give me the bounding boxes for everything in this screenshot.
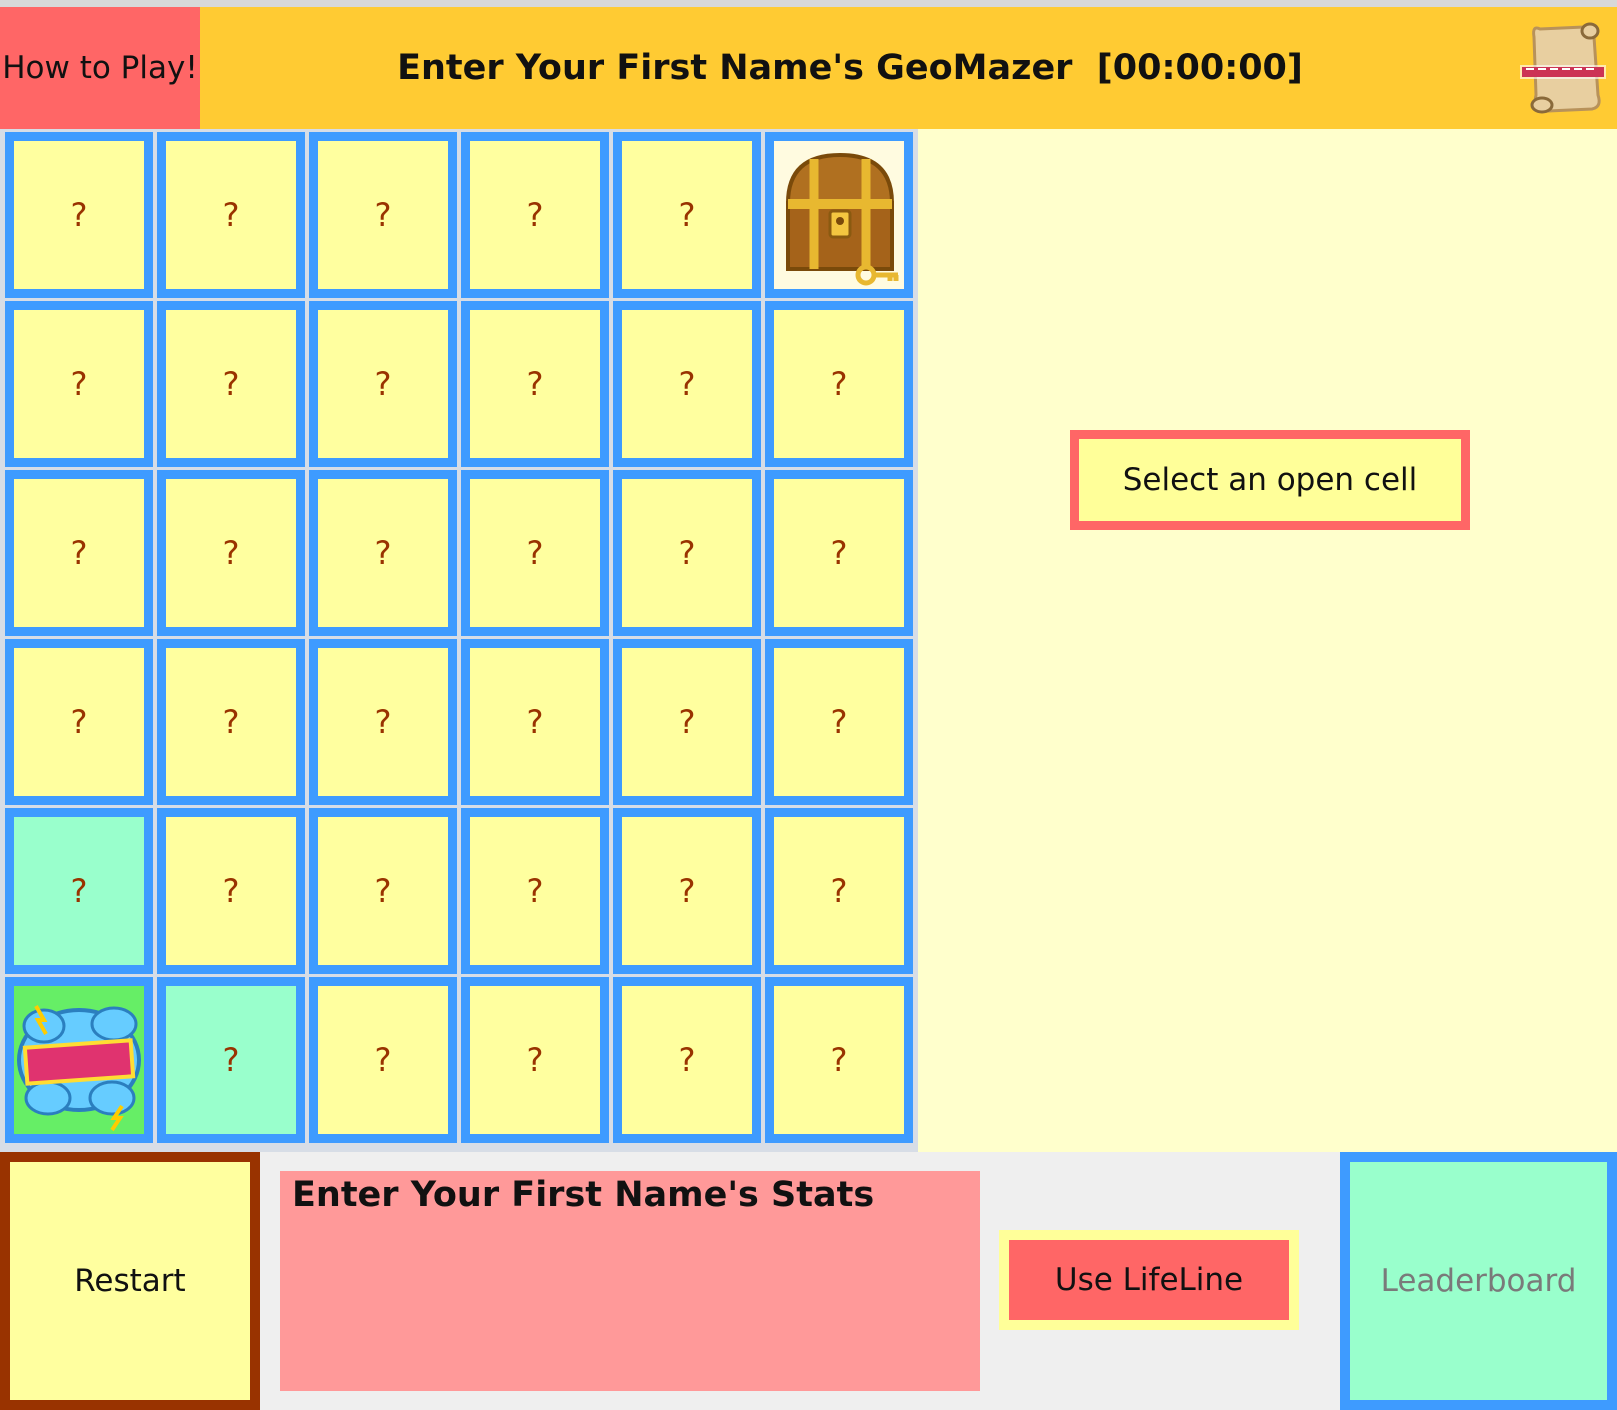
- hidden-cell-marker: ?: [678, 534, 696, 572]
- hidden-cell-marker: ?: [222, 365, 240, 403]
- hidden-cell-marker: ?: [830, 703, 848, 741]
- hidden-cell-marker: ?: [678, 365, 696, 403]
- hidden-cell-marker: ?: [526, 1041, 544, 1079]
- message-panel: Select an open cell: [918, 129, 1617, 1152]
- hidden-cell-marker: ?: [70, 365, 88, 403]
- maze-cell[interactable]: ?: [5, 639, 153, 805]
- hidden-cell-marker: ?: [678, 1041, 696, 1079]
- maze-cell[interactable]: ?: [157, 132, 305, 298]
- restart-button[interactable]: Restart: [0, 1152, 260, 1410]
- lifeline-frame: Use LifeLine: [999, 1230, 1299, 1330]
- stats-panel: Enter Your First Name's Stats: [280, 1171, 980, 1391]
- how-to-play-button[interactable]: How to Play!: [0, 7, 200, 129]
- maze-cell[interactable]: ?: [5, 132, 153, 298]
- hidden-cell-marker: ?: [830, 1041, 848, 1079]
- hidden-cell-marker: ?: [374, 534, 392, 572]
- hidden-cell-marker: ?: [830, 365, 848, 403]
- hidden-cell-marker: ?: [374, 872, 392, 910]
- hidden-cell-marker: ?: [374, 1041, 392, 1079]
- hidden-cell-marker: ?: [70, 872, 88, 910]
- maze-cell-treasure[interactable]: [765, 132, 913, 298]
- maze-cell[interactable]: ?: [309, 639, 457, 805]
- maze-cell[interactable]: ?: [157, 470, 305, 636]
- maze-cell[interactable]: ?: [461, 470, 609, 636]
- status-message: Select an open cell: [1070, 430, 1470, 530]
- maze-cell[interactable]: ?: [765, 470, 913, 636]
- hidden-cell-marker: ?: [222, 196, 240, 234]
- hidden-cell-marker: ?: [374, 196, 392, 234]
- hidden-cell-marker: ?: [222, 1041, 240, 1079]
- maze-cell[interactable]: ?: [613, 470, 761, 636]
- maze-cell[interactable]: ?: [5, 470, 153, 636]
- hidden-cell-marker: ?: [222, 703, 240, 741]
- maze-cell[interactable]: ?: [765, 639, 913, 805]
- maze-cell[interactable]: ?: [157, 639, 305, 805]
- maze-cell[interactable]: ?: [765, 301, 913, 467]
- maze-cell[interactable]: ?: [5, 808, 153, 974]
- maze-cell[interactable]: ?: [765, 808, 913, 974]
- maze-cell[interactable]: ?: [157, 977, 305, 1143]
- maze-cell[interactable]: ?: [309, 977, 457, 1143]
- hidden-cell-marker: ?: [678, 196, 696, 234]
- hidden-cell-marker: ?: [70, 703, 88, 741]
- stats-title: Enter Your First Name's Stats: [292, 1175, 875, 1215]
- maze-cell[interactable]: ?: [5, 301, 153, 467]
- maze-cell[interactable]: ?: [309, 132, 457, 298]
- start-burst-icon: [14, 986, 144, 1134]
- maze-cell[interactable]: ?: [461, 808, 609, 974]
- maze-cell[interactable]: ?: [613, 639, 761, 805]
- hidden-cell-marker: ?: [678, 872, 696, 910]
- game-window: How to Play! Enter Your First Name's Geo…: [0, 7, 1617, 1410]
- game-title: Enter Your First Name's GeoMazer [00:00:…: [397, 48, 1303, 88]
- maze-cell[interactable]: ?: [157, 301, 305, 467]
- hidden-cell-marker: ?: [526, 534, 544, 572]
- maze-cell[interactable]: ?: [613, 977, 761, 1143]
- maze-cell[interactable]: ?: [461, 132, 609, 298]
- hidden-cell-marker: ?: [222, 872, 240, 910]
- maze-cell[interactable]: ?: [309, 301, 457, 467]
- maze-cell[interactable]: ?: [461, 639, 609, 805]
- maze-cell[interactable]: ?: [157, 808, 305, 974]
- hidden-cell-marker: ?: [222, 534, 240, 572]
- maze-cell[interactable]: ?: [613, 301, 761, 467]
- geomazer-scroll-logo-icon: [1518, 15, 1608, 121]
- maze-cell[interactable]: ?: [613, 808, 761, 974]
- hidden-cell-marker: ?: [526, 365, 544, 403]
- hidden-cell-marker: ?: [70, 196, 88, 234]
- hidden-cell-marker: ?: [678, 703, 696, 741]
- maze-cell-start[interactable]: [5, 977, 153, 1143]
- hidden-cell-marker: ?: [374, 365, 392, 403]
- maze-cell[interactable]: ?: [461, 977, 609, 1143]
- maze-board: ??????????????????????????????????: [0, 129, 918, 1152]
- header-bar: How to Play! Enter Your First Name's Geo…: [0, 7, 1617, 129]
- maze-cell[interactable]: ?: [309, 470, 457, 636]
- treasure-chest-icon: [774, 141, 904, 289]
- use-lifeline-button[interactable]: Use LifeLine: [1009, 1240, 1289, 1320]
- leaderboard-button[interactable]: Leaderboard: [1340, 1152, 1617, 1410]
- maze-cell[interactable]: ?: [309, 808, 457, 974]
- hidden-cell-marker: ?: [526, 196, 544, 234]
- hidden-cell-marker: ?: [830, 534, 848, 572]
- hidden-cell-marker: ?: [70, 534, 88, 572]
- hidden-cell-marker: ?: [526, 872, 544, 910]
- hidden-cell-marker: ?: [830, 872, 848, 910]
- maze-cell[interactable]: ?: [765, 977, 913, 1143]
- maze-cell[interactable]: ?: [461, 301, 609, 467]
- hidden-cell-marker: ?: [526, 703, 544, 741]
- maze-cell[interactable]: ?: [613, 132, 761, 298]
- hidden-cell-marker: ?: [374, 703, 392, 741]
